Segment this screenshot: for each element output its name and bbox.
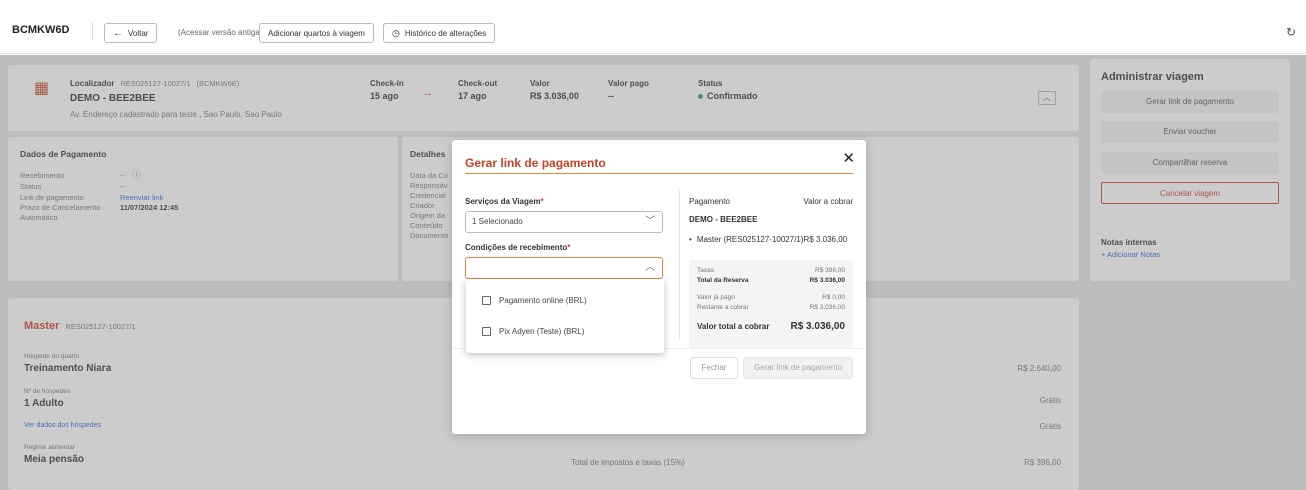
payment-summary: Taxas R$ 396,00 Total da Reserva R$ 3.03… — [689, 260, 853, 349]
chevron-up-icon: ︿ — [645, 262, 655, 273]
close-button[interactable]: Fechar — [690, 357, 738, 379]
required-marker: * — [567, 243, 571, 252]
option-pix-adyen[interactable]: Pix Adyen (Teste) (BRL) — [482, 327, 584, 336]
conditions-label: Condições de recebimento* — [465, 243, 570, 252]
modal-item: • Master (RES025127-10027/1)R$ 3.036,00 — [689, 235, 847, 244]
summary-remaining-label: Restante a cobrar — [697, 304, 749, 311]
checkbox[interactable] — [482, 296, 491, 305]
conditions-label-text: Condições de recebimento — [465, 243, 568, 252]
summary-taxes-label: Taxas — [697, 267, 714, 274]
top-bar: BCMKW6D ← Voltar (Acessar versão antiga)… — [0, 8, 1306, 54]
summary-paid-label: Valor já pago — [697, 294, 735, 301]
option-label: Pagamento online (BRL) — [499, 296, 587, 305]
services-select[interactable]: 1 Selecionado ﹀ — [465, 211, 663, 233]
modal-hotel-name: DEMO - BEE2BEE — [689, 215, 758, 224]
arrow-left-icon: ← — [113, 27, 123, 39]
generate-link-button[interactable]: Gerar link de pagamento — [743, 357, 853, 379]
summary-remaining-value: R$ 3.036,00 — [809, 304, 845, 311]
option-online-payment[interactable]: Pagamento online (BRL) — [482, 296, 587, 305]
services-label-text: Serviços da Viagem — [465, 197, 541, 206]
summary-paid-value: R$ 0,00 — [822, 294, 845, 301]
option-label: Pix Adyen (Teste) (BRL) — [499, 327, 585, 336]
history-button[interactable]: ◷ Histórico de alterações — [383, 23, 496, 43]
conditions-dropdown: Pagamento online (BRL) Pix Adyen (Teste)… — [466, 279, 664, 353]
services-label: Serviços da Viagem* — [465, 197, 544, 206]
clock-icon: ◷ — [392, 27, 400, 38]
refresh-icon[interactable]: ↻ — [1286, 25, 1296, 39]
summary-grand-value: R$ 3.036,00 — [790, 321, 846, 332]
modal-column-divider — [679, 190, 680, 340]
close-icon[interactable]: ✕ — [842, 149, 855, 167]
summary-taxes-value: R$ 396,00 — [815, 267, 845, 274]
required-marker: * — [540, 197, 544, 206]
divider — [92, 22, 93, 40]
title-underline — [465, 173, 853, 174]
modal-item-label: Master (RES025127-10027/1)R$ 3.036,00 — [696, 235, 848, 244]
booking-code: BCMKW6D — [12, 24, 70, 36]
bullet: • — [689, 235, 692, 244]
amount-col-label: Valor a cobrar — [803, 197, 853, 206]
payment-col-label: Pagamento — [689, 197, 730, 206]
conditions-select[interactable]: ︿ — [465, 257, 663, 279]
add-rooms-button[interactable]: Adicionar quartos à viagem — [259, 23, 374, 43]
summary-total-value: R$ 3.036,00 — [809, 277, 845, 284]
checkbox[interactable] — [482, 327, 491, 336]
back-button-label: Voltar — [128, 28, 149, 38]
back-button[interactable]: ← Voltar — [104, 23, 158, 43]
modal-title: Gerar link de pagamento — [465, 156, 606, 170]
services-select-value: 1 Selecionado — [472, 217, 523, 226]
add-rooms-label: Adicionar quartos à viagem — [268, 28, 365, 38]
summary-total-label: Total da Reserva — [697, 277, 749, 284]
history-label: Histórico de alterações — [404, 28, 487, 38]
summary-grand-label: Valor total a cobrar — [697, 322, 770, 331]
chevron-down-icon: ﹀ — [645, 216, 655, 227]
old-version-link[interactable]: (Acessar versão antiga) — [178, 28, 262, 37]
